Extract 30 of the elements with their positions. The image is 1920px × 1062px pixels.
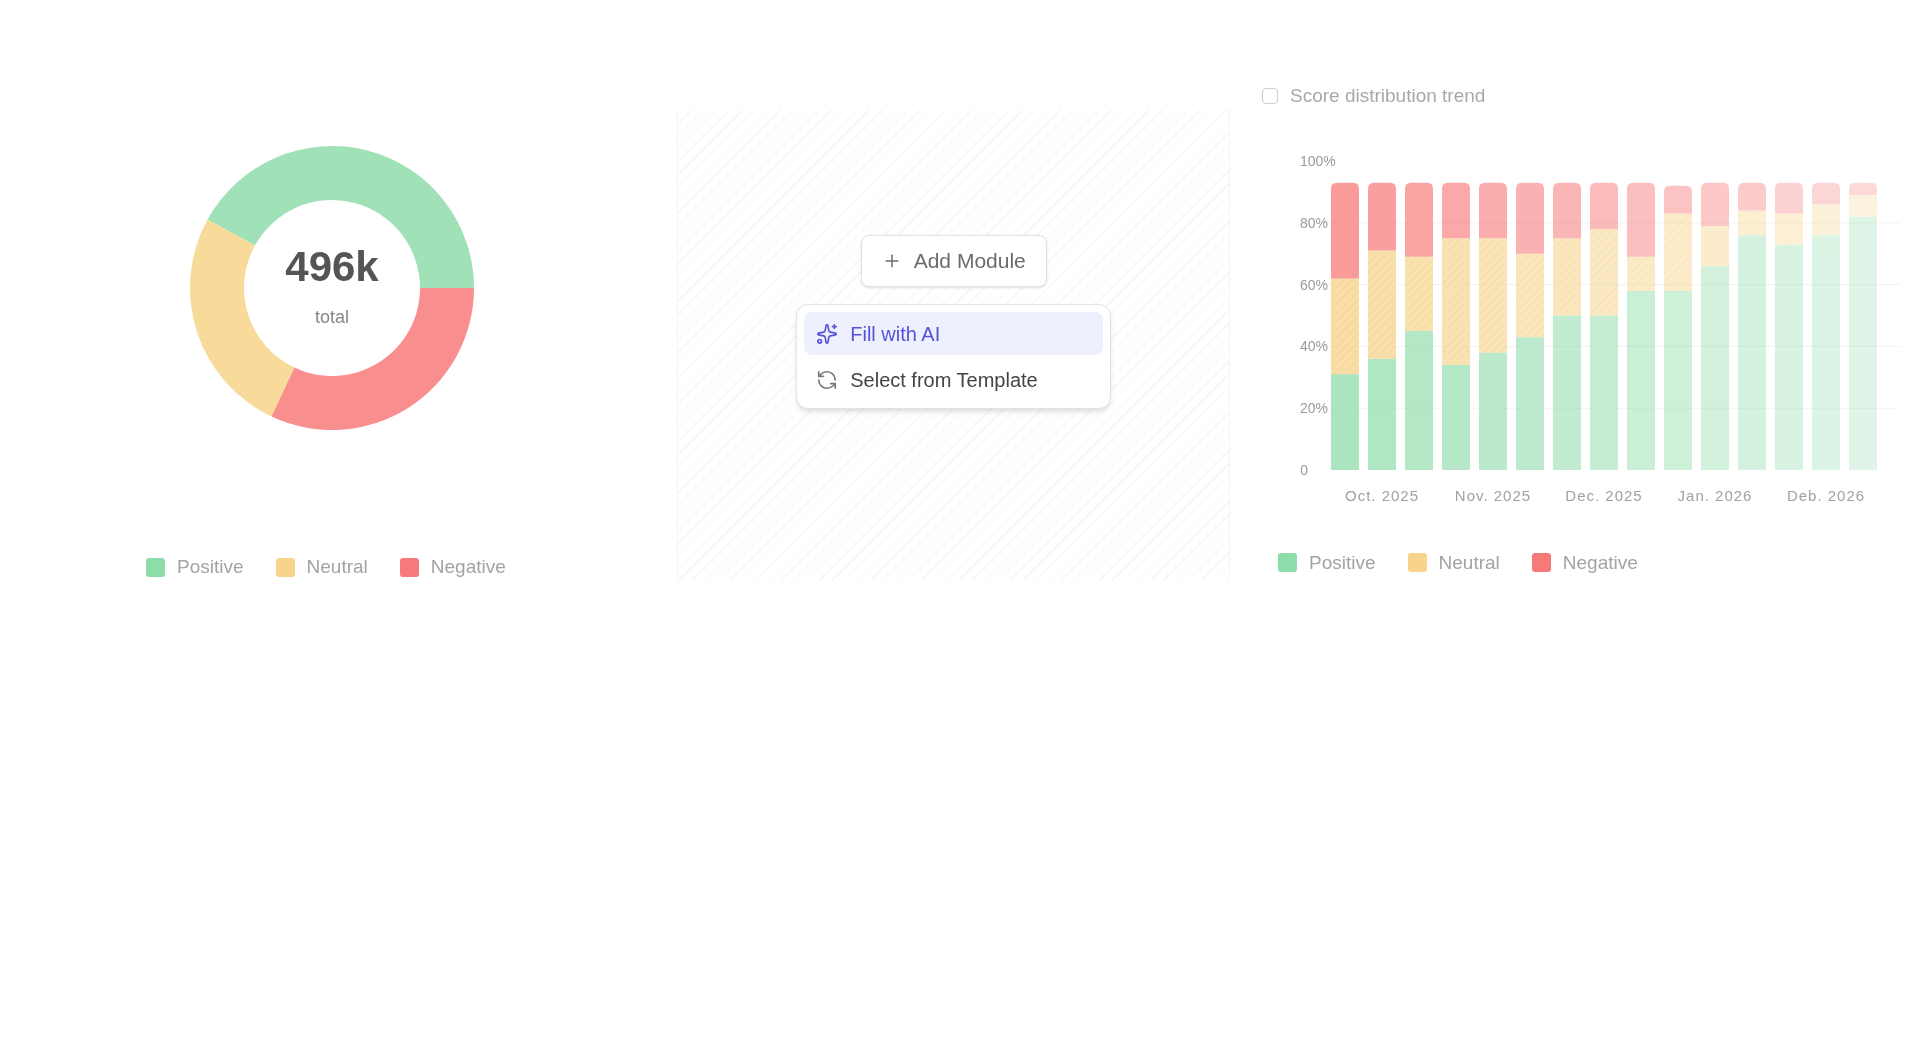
y-axis-label: 60% [1300,276,1329,293]
chart-icon [1262,88,1278,105]
y-axis-label: 20% [1300,399,1329,416]
x-axis-label: Dec. 2025 [1565,486,1643,504]
y-axis-label: 100% [1300,152,1336,169]
add-module-button[interactable]: Add Module [860,235,1047,287]
bar-segment [1701,182,1729,226]
x-axis-label: Deb. 2026 [1786,486,1866,504]
bar-segment [1775,182,1803,214]
menu-item[interactable]: Fill with AI [804,312,1104,355]
y-axis-label: 40% [1300,337,1329,354]
total-label: total [315,305,349,329]
y-axis-label: 80% [1300,214,1329,231]
chart-title: Score distribution trend [1290,84,1486,108]
sparkle-icon [816,322,839,345]
bar-segment [1516,182,1544,254]
total-value: 496k [285,245,379,288]
x-axis-label: Oct. 2025 [1345,486,1419,504]
legend-label: Neutral [1438,550,1500,575]
x-axis-label: Nov. 2025 [1454,486,1532,504]
y-axis-label: 0 [1300,461,1308,478]
legend-label: Positive [1309,550,1376,575]
legend-label: Negative [1562,550,1638,575]
x-axis-label: Jan. 2026 [1677,486,1753,504]
legend-label: Positive [177,555,244,579]
bar-segment [1553,182,1581,238]
bar-segment [1738,182,1766,210]
legend-label: Neutral [306,555,368,579]
cycle-arrows-icon [816,368,839,391]
legend-label: Negative [430,555,506,579]
